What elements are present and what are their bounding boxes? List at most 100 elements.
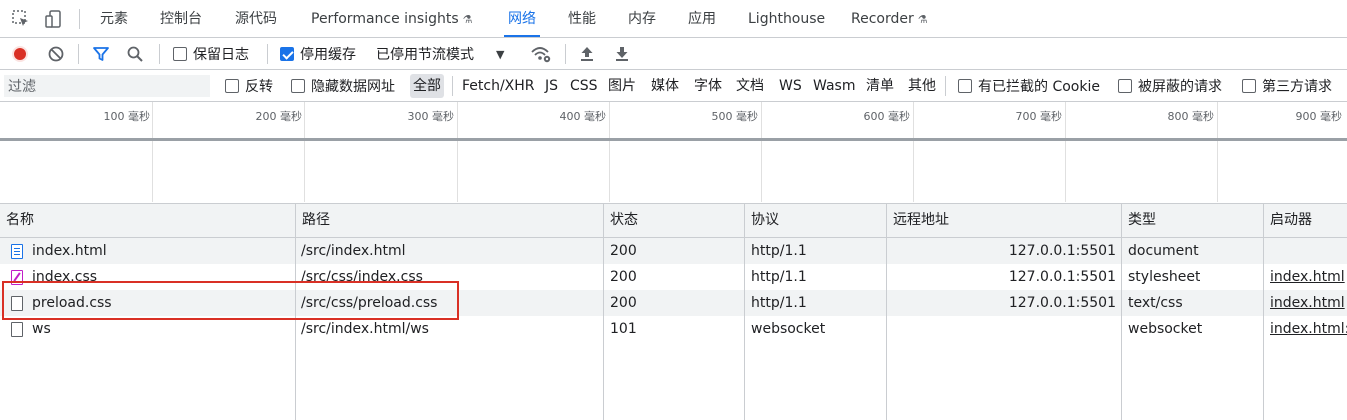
column-name[interactable]: 名称	[0, 204, 34, 237]
divider	[945, 76, 946, 96]
file-icon	[11, 322, 23, 337]
network-overview[interactable]: 100 毫秒 200 毫秒 300 毫秒 400 毫秒 500 毫秒 600 毫…	[0, 102, 1347, 204]
column-remote-address[interactable]: 远程地址	[887, 204, 949, 237]
type-filter-fetch-xhr[interactable]: Fetch/XHR	[459, 74, 538, 98]
grid-line	[609, 102, 610, 202]
throttling-label: 已停用节流模式	[376, 47, 474, 63]
column-divider[interactable]	[1121, 204, 1122, 420]
grid-line	[152, 102, 153, 202]
blocked-requests-label: 被屏蔽的请求	[1138, 79, 1222, 95]
chevron-down-icon: ▼	[496, 47, 505, 61]
type-filter-manifest[interactable]: 清单	[863, 74, 897, 98]
device-toolbar-icon[interactable]	[44, 9, 64, 29]
tab-performance[interactable]: 性能	[568, 0, 596, 38]
request-remote-address: 127.0.0.1:5501	[1008, 295, 1116, 311]
column-initiator[interactable]: 启动器	[1264, 204, 1312, 237]
disable-cache-checkbox[interactable]: 停用缓存	[280, 38, 356, 70]
tab-network[interactable]: 网络	[504, 0, 540, 38]
request-status: 200	[610, 269, 637, 285]
filter-icon[interactable]	[92, 45, 110, 63]
request-initiator[interactable]: index.html	[1270, 264, 1347, 290]
type-filter-all[interactable]: 全部	[410, 74, 444, 98]
checkbox[interactable]	[1242, 79, 1256, 93]
column-status[interactable]: 状态	[604, 204, 638, 237]
network-conditions-icon[interactable]	[530, 44, 552, 64]
time-tick: 400 毫秒	[559, 110, 607, 123]
time-tick: 200 毫秒	[255, 110, 303, 123]
request-protocol: http/1.1	[751, 269, 807, 285]
tab-sources[interactable]: 源代码	[235, 0, 277, 38]
checkbox[interactable]	[280, 47, 294, 61]
tab-lighthouse[interactable]: Lighthouse	[748, 0, 825, 38]
checkbox[interactable]	[225, 79, 239, 93]
grid-line	[1217, 102, 1218, 202]
select-element-icon[interactable]	[11, 9, 31, 29]
checkbox[interactable]	[291, 79, 305, 93]
filter-bar: 反转 隐藏数据网址 全部 Fetch/XHR JS CSS 图片 媒体 字体 文…	[0, 70, 1347, 102]
grid-line	[761, 102, 762, 202]
tab-memory[interactable]: 内存	[628, 0, 656, 38]
third-party-label: 第三方请求	[1262, 79, 1332, 95]
table-row[interactable]: index.html /src/index.html 200 http/1.1 …	[0, 238, 1347, 264]
request-type: document	[1128, 243, 1199, 259]
tab-performance-insights[interactable]: Performance insights ⚗	[311, 0, 473, 38]
tab-label: Performance insights	[311, 11, 459, 27]
third-party-checkbox[interactable]: 第三方请求	[1242, 70, 1332, 102]
request-initiator[interactable]: index.html	[1270, 290, 1347, 316]
clear-icon[interactable]	[47, 45, 65, 63]
request-initiator[interactable]: index.html:5	[1270, 316, 1347, 342]
divider	[79, 9, 80, 29]
flask-icon: ⚗	[462, 13, 473, 26]
import-har-icon[interactable]	[578, 45, 596, 63]
column-divider[interactable]	[1263, 204, 1264, 420]
column-path[interactable]: 路径	[296, 204, 330, 237]
blocked-requests-checkbox[interactable]: 被屏蔽的请求	[1118, 70, 1222, 102]
blocked-cookies-label: 有已拦截的 Cookie	[978, 79, 1100, 95]
column-divider[interactable]	[744, 204, 745, 420]
preserve-log-checkbox[interactable]: 保留日志	[173, 38, 249, 70]
checkbox[interactable]	[173, 47, 187, 61]
tab-console[interactable]: 控制台	[160, 0, 202, 38]
tab-elements[interactable]: 元素	[100, 0, 128, 38]
type-filter-ws[interactable]: WS	[776, 74, 805, 98]
type-filter-js[interactable]: JS	[542, 74, 561, 98]
tab-recorder[interactable]: Recorder ⚗	[851, 0, 928, 38]
type-filter-media[interactable]: 媒体	[648, 74, 682, 98]
column-protocol[interactable]: 协议	[745, 204, 779, 237]
search-icon[interactable]	[126, 45, 144, 63]
type-filter-img[interactable]: 图片	[605, 74, 639, 98]
time-tick: 500 毫秒	[711, 110, 759, 123]
type-filter-font[interactable]: 字体	[691, 74, 725, 98]
overview-baseline	[0, 138, 1347, 141]
preserve-log-label: 保留日志	[193, 47, 249, 63]
checkbox[interactable]	[1118, 79, 1132, 93]
grid-line	[304, 102, 305, 202]
type-filter-wasm[interactable]: Wasm	[810, 74, 858, 98]
request-type: websocket	[1128, 321, 1203, 337]
request-remote-address: 127.0.0.1:5501	[1008, 269, 1116, 285]
export-har-icon[interactable]	[613, 45, 631, 63]
hide-data-urls-checkbox[interactable]: 隐藏数据网址	[291, 70, 395, 102]
throttling-select[interactable]: 已停用节流模式 ▼	[376, 38, 504, 70]
type-filter-other[interactable]: 其他	[905, 74, 939, 98]
request-table-header: 名称 路径 状态 协议 远程地址 类型 启动器	[0, 204, 1347, 238]
request-path: /src/index.html	[301, 243, 406, 259]
time-tick: 300 毫秒	[407, 110, 455, 123]
tab-application[interactable]: 应用	[688, 0, 716, 38]
type-filter-css[interactable]: CSS	[567, 74, 601, 98]
blocked-cookies-checkbox[interactable]: 有已拦截的 Cookie	[958, 70, 1100, 102]
column-type[interactable]: 类型	[1122, 204, 1156, 237]
request-type: text/css	[1128, 295, 1183, 311]
record-icon[interactable]	[11, 45, 29, 63]
time-tick: 900 毫秒	[1295, 110, 1343, 123]
request-protocol: http/1.1	[751, 243, 807, 259]
checkbox[interactable]	[958, 79, 972, 93]
column-divider[interactable]	[603, 204, 604, 420]
column-divider[interactable]	[886, 204, 887, 420]
request-name: index.html	[32, 243, 107, 259]
invert-checkbox[interactable]: 反转	[225, 70, 273, 102]
type-filter-doc[interactable]: 文档	[733, 74, 767, 98]
request-initiator[interactable]	[1270, 238, 1347, 264]
disable-cache-label: 停用缓存	[300, 47, 356, 63]
filter-input[interactable]	[4, 75, 210, 97]
